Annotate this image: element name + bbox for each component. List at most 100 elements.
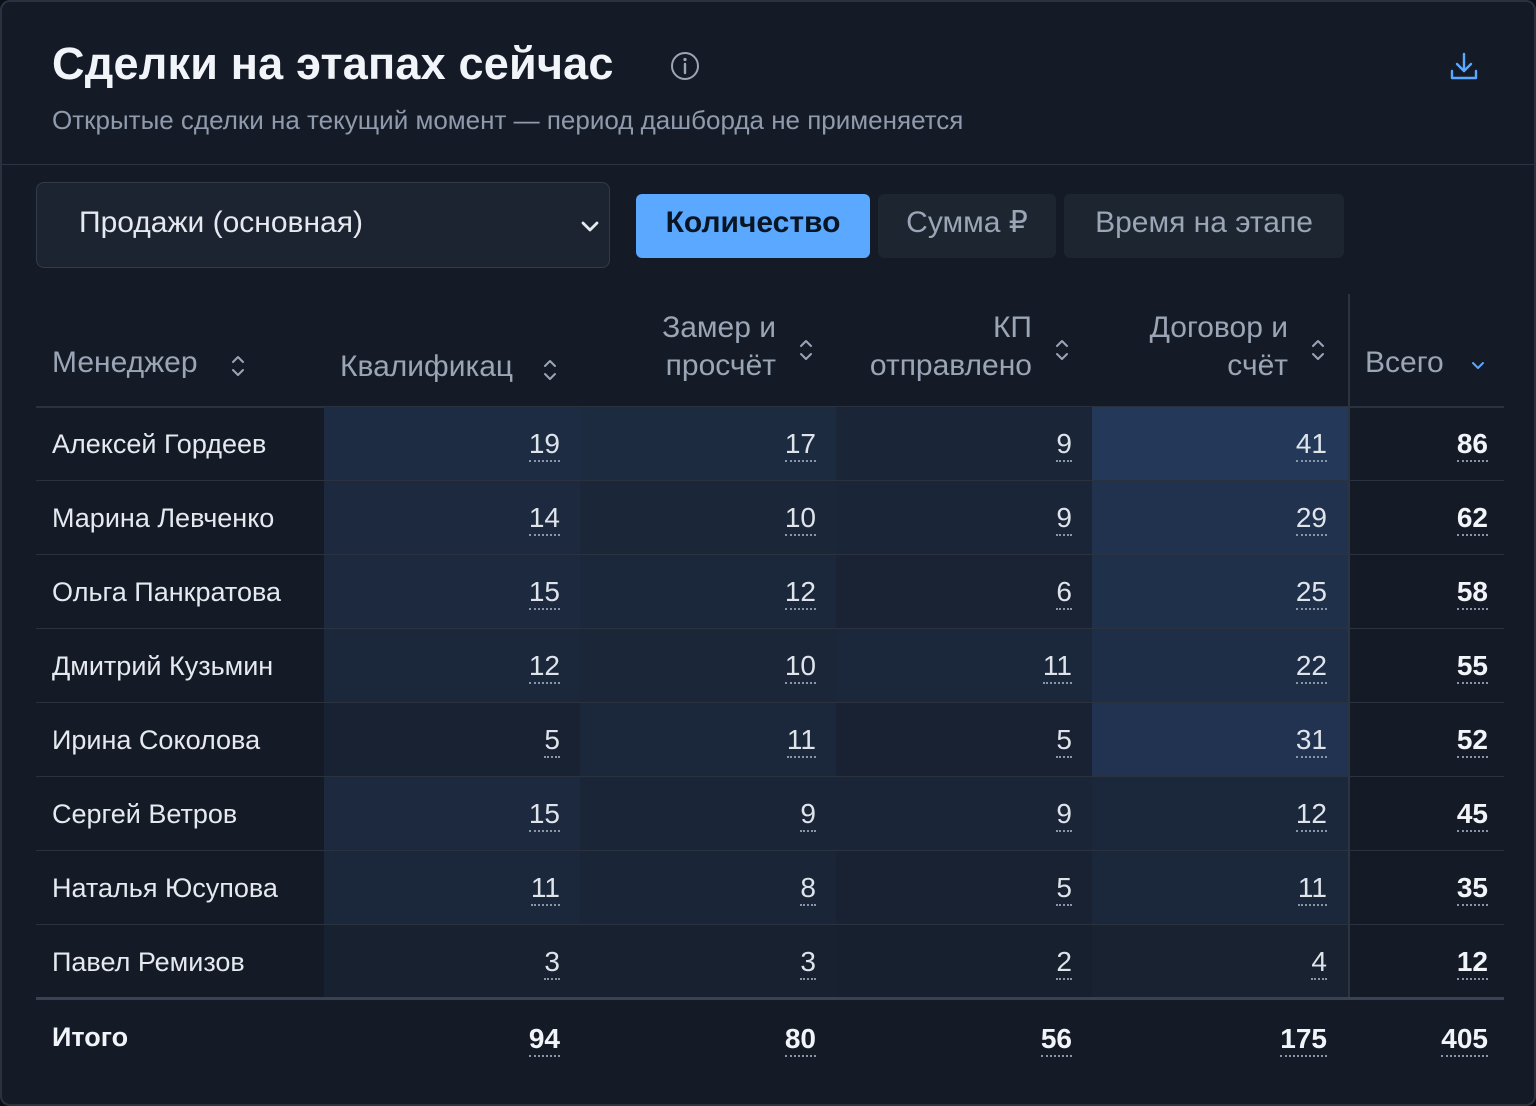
column-header-label-line2: счёт: [1227, 349, 1288, 382]
column-header-measurement[interactable]: Замер и просчёт: [602, 309, 776, 385]
heat-cell: [324, 703, 580, 776]
cell-value[interactable]: 11: [1042, 651, 1072, 684]
cell-value[interactable]: 3: [544, 947, 560, 980]
sort-updown-icon[interactable]: [798, 336, 814, 364]
row-total[interactable]: 45: [1456, 799, 1488, 832]
pipeline-select-value: Продажи (основная): [79, 206, 363, 239]
cell-value[interactable]: 12: [528, 651, 560, 684]
cell-value[interactable]: 12: [784, 577, 816, 610]
cell-value[interactable]: 11: [786, 725, 816, 758]
cell-value[interactable]: 9: [1056, 503, 1072, 536]
column-header-label-line1: КП: [992, 311, 1032, 344]
manager-name: Марина Левченко: [52, 503, 275, 533]
row-total[interactable]: 35: [1456, 873, 1488, 906]
row-divider: [36, 997, 1504, 1000]
manager-name: Алексей Гордеев: [52, 429, 267, 459]
column-header-kp-sent[interactable]: КП отправлено: [842, 309, 1032, 385]
heat-cell: [580, 925, 836, 998]
column-header-label: Квалификац: [340, 350, 514, 383]
column-total[interactable]: 56: [1040, 1024, 1072, 1057]
tab-sum[interactable]: Сумма ₽: [878, 194, 1056, 258]
page-title: Сделки на этапах сейчас: [52, 38, 614, 89]
column-header-label: Всего: [1365, 346, 1444, 379]
row-total[interactable]: 62: [1456, 503, 1488, 536]
cell-value[interactable]: 9: [800, 799, 816, 832]
heat-cell: [324, 925, 580, 998]
download-icon[interactable]: [1447, 50, 1481, 84]
heat-cell: [836, 555, 1092, 628]
info-circle-icon[interactable]: [670, 51, 700, 81]
row-total[interactable]: 86: [1456, 429, 1488, 462]
cell-value[interactable]: 6: [1056, 577, 1072, 610]
cell-value[interactable]: 41: [1295, 429, 1327, 462]
sort-desc-icon[interactable]: [1470, 352, 1486, 380]
cell-value[interactable]: 5: [544, 725, 560, 758]
card-header: Сделки на этапах сейчас Открытые сделки …: [2, 2, 1534, 165]
cell-value[interactable]: 29: [1295, 503, 1327, 536]
column-header-total[interactable]: Всего: [1365, 344, 1444, 382]
cell-value[interactable]: 11: [530, 873, 560, 906]
cell-value[interactable]: 10: [784, 651, 816, 684]
tab-count[interactable]: Количество: [636, 194, 870, 258]
column-header-label-line1: Замер и: [662, 311, 776, 344]
page-subtitle: Открытые сделки на текущий момент — пери…: [52, 105, 964, 135]
cell-value[interactable]: 14: [528, 503, 560, 536]
heat-cell: [580, 777, 836, 850]
row-total[interactable]: 55: [1456, 651, 1488, 684]
cell-value[interactable]: 15: [528, 799, 560, 832]
cell-value[interactable]: 25: [1295, 577, 1327, 610]
cell-value[interactable]: 2: [1056, 947, 1072, 980]
cell-value[interactable]: 5: [1056, 873, 1072, 906]
heat-cell: [580, 851, 836, 924]
column-header-label-line2: просчёт: [665, 349, 776, 382]
cell-value[interactable]: 22: [1295, 651, 1327, 684]
heat-cell: [836, 703, 1092, 776]
manager-name: Павел Ремизов: [52, 947, 245, 977]
column-total[interactable]: 80: [784, 1024, 816, 1057]
cell-value[interactable]: 19: [528, 429, 560, 462]
column-header-label-line2: отправлено: [869, 349, 1032, 382]
tab-time-on-stage[interactable]: Время на этапе: [1064, 194, 1344, 258]
manager-name: Наталья Юсупова: [52, 873, 278, 903]
row-total[interactable]: 52: [1456, 725, 1488, 758]
heat-cell: [1092, 925, 1348, 998]
cell-value[interactable]: 4: [1311, 947, 1327, 980]
column-total[interactable]: 94: [528, 1024, 560, 1057]
cell-value[interactable]: 12: [1295, 799, 1327, 832]
cell-value[interactable]: 31: [1295, 725, 1327, 758]
manager-name: Сергей Ветров: [52, 799, 238, 829]
cell-value[interactable]: 9: [1056, 429, 1072, 462]
cell-value[interactable]: 17: [784, 429, 816, 462]
column-total[interactable]: 175: [1280, 1024, 1327, 1057]
total-column-divider: [1348, 294, 1350, 1000]
manager-name: Дмитрий Кузьмин: [52, 651, 274, 681]
totals-label: Итого: [52, 1022, 129, 1052]
column-header-label-line1: Договор и: [1149, 311, 1288, 344]
heat-cell: [836, 407, 1092, 480]
column-header-manager[interactable]: Менеджер: [52, 344, 198, 382]
column-header-contract[interactable]: Договор и счёт: [1102, 309, 1288, 385]
cell-value[interactable]: 11: [1297, 873, 1327, 906]
row-total[interactable]: 12: [1456, 947, 1488, 980]
column-header-qualification[interactable]: Квалификац: [340, 348, 522, 386]
manager-name: Ирина Соколова: [52, 725, 261, 755]
sort-updown-icon[interactable]: [230, 352, 246, 380]
sort-updown-icon[interactable]: [1054, 336, 1070, 364]
row-total[interactable]: 58: [1456, 577, 1488, 610]
cell-value[interactable]: 15: [528, 577, 560, 610]
chevron-down-icon: [581, 221, 599, 232]
sort-updown-icon[interactable]: [542, 356, 558, 384]
heat-cell: [836, 777, 1092, 850]
sort-updown-icon[interactable]: [1310, 336, 1326, 364]
manager-name: Ольга Панкратова: [52, 577, 282, 607]
cell-value[interactable]: 3: [800, 947, 816, 980]
heat-cell: [836, 925, 1092, 998]
cell-value[interactable]: 9: [1056, 799, 1072, 832]
column-header-label: Менеджер: [52, 346, 198, 379]
cell-value[interactable]: 5: [1056, 725, 1072, 758]
cell-value[interactable]: 10: [784, 503, 816, 536]
pipeline-select[interactable]: Продажи (основная): [36, 182, 610, 268]
grand-total[interactable]: 405: [1441, 1024, 1488, 1057]
deals-by-stage-card: Сделки на этапах сейчас Открытые сделки …: [0, 0, 1536, 1106]
cell-value[interactable]: 8: [800, 873, 816, 906]
